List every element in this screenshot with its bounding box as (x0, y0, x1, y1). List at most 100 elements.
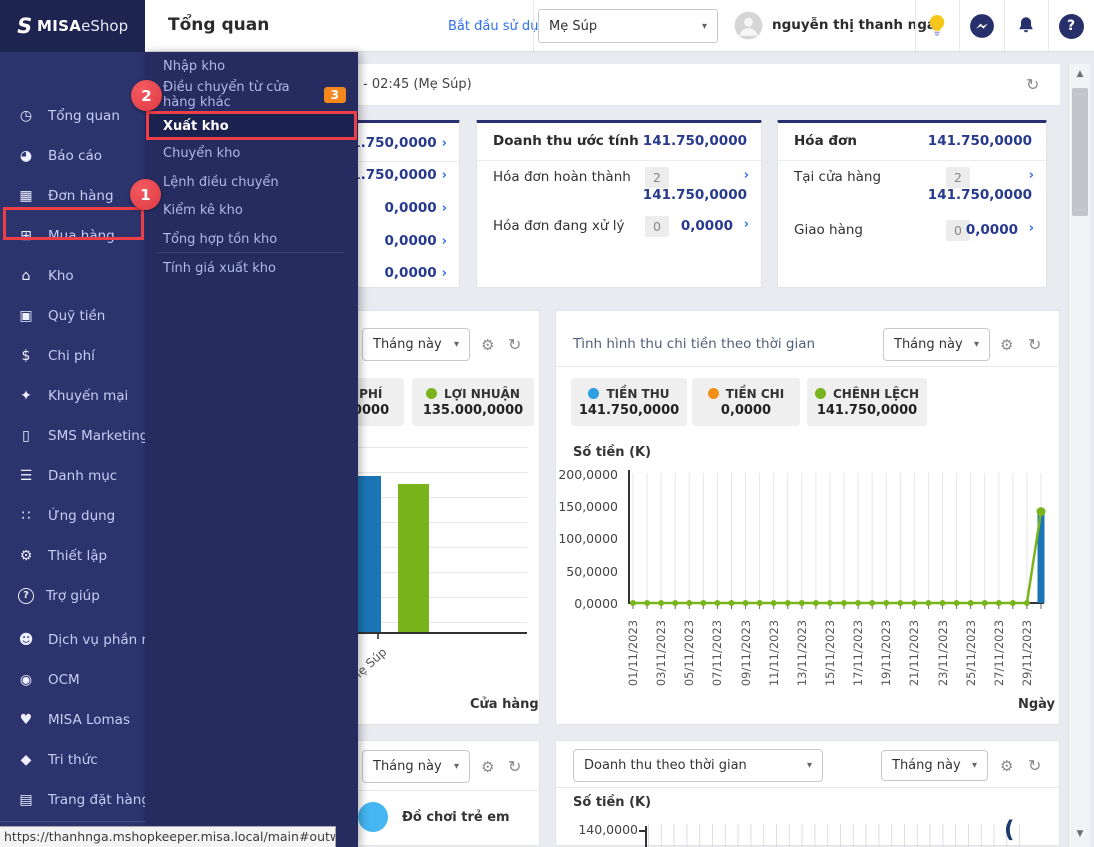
sidebar-item-label: Khuyến mại (48, 388, 129, 404)
sidebar-item-quy-tien[interactable]: ▣ Quỹ tiền (0, 298, 145, 334)
tips-bulb-icon[interactable] (923, 12, 951, 40)
user-menu[interactable]: nguyễn thị thanh nga (772, 17, 936, 33)
page-scrollbar[interactable]: ▲ ▼ (1068, 64, 1090, 847)
sidebar-item-sms-marketing[interactable]: ▯ SMS Marketing (0, 418, 148, 454)
submenu-item-label: Điều chuyển từ cửa hàng khác (163, 80, 290, 110)
sidebar-item-tong-quan[interactable]: ◷ Tổng quan (0, 98, 145, 134)
sidebar-item-ocm[interactable]: ◉ OCM (0, 662, 145, 698)
sidebar-item-trang-dat-hang[interactable]: ▤ Trang đặt hàng (0, 782, 150, 818)
orange-dot-icon (707, 388, 719, 399)
scroll-down-arrow[interactable]: ▼ (1069, 824, 1091, 844)
count-badge: 0 (645, 216, 669, 237)
revenue-period-dropdown[interactable]: Tháng này ▾ (881, 750, 988, 781)
help-icon[interactable]: ? (1057, 12, 1085, 40)
summary-row[interactable]: 0,0000 › (385, 200, 447, 216)
x-tick-label: 11/11/2023 (766, 619, 781, 687)
row-value: 0,0000 (965, 222, 1018, 238)
sidebar-item-khuyen-mai[interactable]: ✦ Khuyến mại (0, 378, 145, 414)
summary-row[interactable]: 0,0000 › (385, 265, 447, 281)
bar-lợi-nhuận (398, 483, 429, 632)
store-chart-gridlines (358, 447, 527, 632)
submenu-item-5[interactable]: Lệnh điều chuyển (145, 168, 358, 196)
revenue-metric-select[interactable]: Doanh thu theo thời gian ▾ (573, 749, 823, 782)
refresh-icon[interactable]: ↻ (1028, 335, 1041, 354)
chevron-right-icon[interactable]: › (1029, 168, 1034, 183)
legend-chip-tien-chi[interactable]: TIỀN CHI 0,0000 (692, 378, 800, 426)
y-tick-label: 200,0000 (558, 467, 618, 482)
sidebar-item-label: Quỹ tiền (48, 308, 106, 324)
notifications-bell-icon[interactable] (1012, 12, 1040, 40)
category-legend-dot-icon (358, 802, 388, 832)
sidebar-item-bao-cao[interactable]: ◕ Báo cáo (0, 138, 145, 174)
period-value: Tháng này (894, 337, 963, 352)
sidebar-item-label: Tri thức (48, 752, 98, 768)
submenu-item-4[interactable]: Chuyển kho (145, 139, 358, 167)
refresh-icon[interactable]: ↻ (1028, 756, 1041, 775)
avatar[interactable] (734, 11, 763, 40)
annotation-step-2: 2 (131, 80, 162, 111)
scrollbar-thumb[interactable] (1072, 88, 1088, 216)
chevron-right-icon[interactable]: › (442, 136, 447, 151)
cashflow-period-dropdown[interactable]: Tháng này ▾ (883, 328, 990, 361)
gear-icon[interactable]: ⚙ (481, 758, 494, 776)
count-badge: 2 (645, 167, 669, 188)
chevron-right-icon[interactable]: › (442, 168, 447, 183)
refresh-icon[interactable]: ↻ (508, 335, 521, 354)
store-selector-dropdown[interactable]: Mẹ Súp ▾ (538, 9, 718, 43)
dashboard-icon: ◷ (19, 108, 33, 124)
legend-chip-loi-nhuan[interactable]: LỢI NHUẬN 135.000,0000 (412, 378, 534, 426)
store-panel-period-dropdown[interactable]: Tháng này ▾ (362, 328, 470, 361)
submenu-item-7[interactable]: Tổng hợp tồn kho (145, 225, 358, 253)
chevron-right-icon[interactable]: › (442, 266, 447, 281)
summary-value: 0,0000 (384, 265, 437, 281)
sidebar-item-tri-thuc[interactable]: ◆ Tri thức (0, 742, 145, 778)
sidebar-nav: NEW ◷Tổng quan◕Báo cáo▦Đơn hàng⊞Mua hàng… (0, 52, 176, 847)
sidebar-item-kho[interactable]: ⌂ Kho (0, 258, 145, 294)
y-tick-label: 0,0000 (574, 596, 618, 611)
submenu-item-1[interactable]: Nhập kho (145, 52, 358, 80)
submenu-item-label: Kiểm kê kho (163, 202, 243, 218)
messenger-icon[interactable] (968, 12, 996, 40)
category-period-dropdown[interactable]: Tháng này ▾ (362, 750, 470, 783)
chevron-right-icon[interactable]: › (442, 234, 447, 249)
gear-icon[interactable]: ⚙ (1000, 757, 1013, 775)
row-value: 141.750,0000 (927, 187, 1032, 203)
refresh-icon[interactable]: ↻ (508, 757, 521, 776)
gear-icon[interactable]: ⚙ (1000, 336, 1013, 354)
warehouse-icon: ⌂ (21, 268, 31, 284)
sidebar-item-misa-lomas[interactable]: ♥ MISA Lomas (0, 702, 145, 738)
scroll-up-arrow[interactable]: ▲ (1069, 64, 1091, 84)
app-logo[interactable]: S MISAeShop (0, 0, 145, 52)
sidebar-item-chi-phi[interactable]: $ Chi phí (0, 338, 145, 374)
x-tick-label: 17/11/2023 (851, 619, 866, 687)
sidebar-item-label: Ứng dụng (48, 508, 116, 524)
legend-chip-tien-thu[interactable]: TIỀN THU 141.750,0000 (571, 378, 687, 426)
sidebar-item-label: Trang đặt hàng (48, 792, 150, 808)
legend-chip-chenh-lech[interactable]: CHÊNH LỆCH 141.750,0000 (807, 378, 927, 426)
submenu-item-2[interactable]: Điều chuyển từ cửa hàng khác 3 (145, 80, 358, 110)
y-tick-label: 140,0000 (578, 822, 638, 837)
y-tick-label: 150,0000 (558, 499, 618, 514)
cashflow-panel-title: Tình hình thu chi tiền theo thời gian (573, 336, 816, 352)
summary-row[interactable]: 0,0000 › (385, 233, 447, 249)
chevron-right-icon[interactable]: › (1029, 221, 1034, 236)
submenu-item-6[interactable]: Kiểm kê kho (145, 196, 358, 224)
chevron-right-icon[interactable]: › (744, 168, 749, 183)
submenu-item-8[interactable]: Tính giá xuất kho (145, 254, 358, 282)
chevron-right-icon[interactable]: › (442, 201, 447, 216)
sidebar-item-thiet-lap[interactable]: ⚙ Thiết lập (0, 538, 145, 574)
gear-icon[interactable]: ⚙ (481, 336, 494, 354)
submenu-item-label: Tính giá xuất kho (163, 260, 276, 276)
sidebar-item-ung-dung[interactable]: ∷ Ứng dụng (0, 498, 145, 534)
invoice-card: Hóa đơn 141.750,0000 Tại cửa hàng 2 › 14… (777, 120, 1047, 288)
sidebar-item-tro-giup[interactable]: ? Trợ giúp (0, 578, 145, 614)
legend-value: 0,0000 (720, 402, 772, 418)
x-tick-label: 03/11/2023 (654, 619, 669, 687)
refresh-icon[interactable]: ↻ (1026, 75, 1039, 94)
sidebar-item-danh-muc[interactable]: ☰ Danh mục (0, 458, 145, 494)
chevron-right-icon[interactable]: › (744, 217, 749, 232)
divider (1048, 0, 1049, 51)
legend-value: 135.000,0000 (422, 402, 524, 418)
store-chart-x-axis (358, 632, 527, 634)
sidebar-item-dich-vu-phan-mem[interactable]: ☻ Dịch vụ phần mềm (0, 622, 176, 658)
